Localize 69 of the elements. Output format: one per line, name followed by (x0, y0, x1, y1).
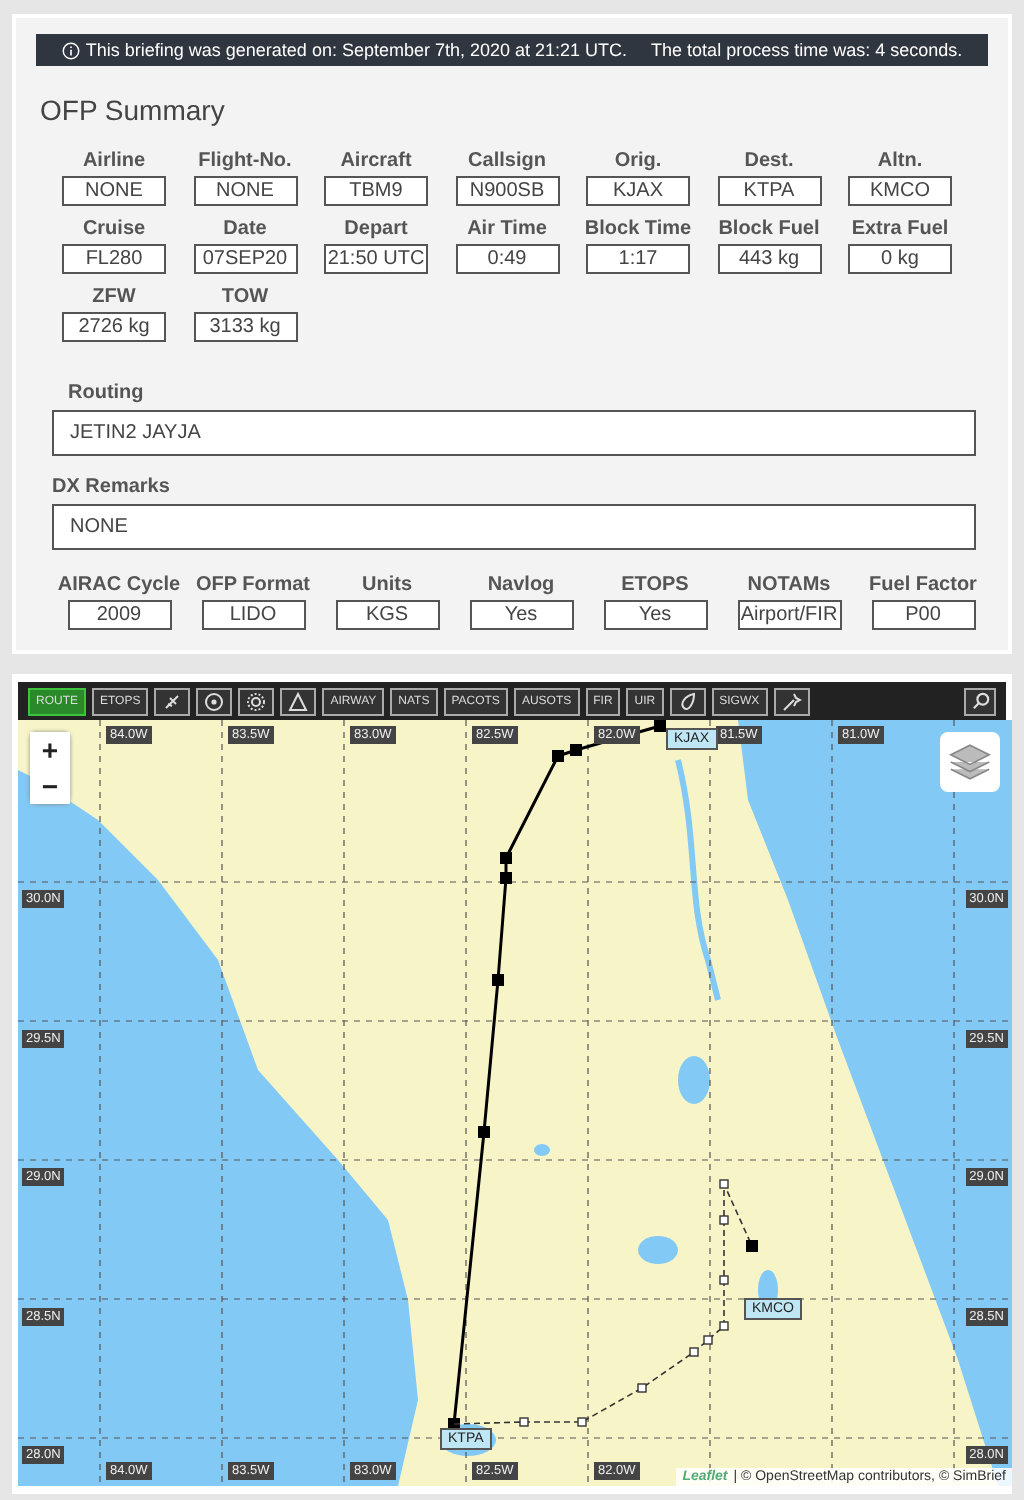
field-value: FL280 (62, 244, 166, 274)
field-value: Airport/FIR (737, 600, 841, 630)
field-label: Dest. (744, 150, 794, 172)
field-label: Airline (82, 150, 146, 172)
field-value: N900SB (455, 176, 559, 206)
field-label: Cruise (82, 218, 146, 240)
field-label: Depart (344, 218, 408, 240)
layer-toggle[interactable] (238, 687, 275, 715)
field-value: 1:17 (586, 244, 690, 274)
layer-toggle[interactable] (773, 687, 810, 715)
field-value: 21:50 UTC (324, 244, 428, 274)
layers-icon[interactable] (940, 732, 1000, 792)
field-value: Yes (469, 600, 573, 630)
field-value: 3133 kg (193, 312, 297, 342)
field-label: Extra Fuel (851, 218, 949, 240)
search-button[interactable] (964, 687, 996, 715)
field-value: 0 kg (848, 244, 952, 274)
field-value: NONE (62, 176, 166, 206)
zoom-in-button[interactable]: + (30, 732, 70, 768)
field-value: KGS (335, 600, 439, 630)
field-value: 2009 (67, 600, 171, 630)
field-value: TBM9 (324, 176, 428, 206)
search-icon (971, 692, 989, 710)
field-label: Flight-No. (198, 150, 292, 172)
field-value: NONE (193, 176, 297, 206)
field-label: ZFW (92, 286, 136, 308)
info-icon (61, 41, 80, 59)
field-label: Routing (66, 382, 146, 404)
layer-toggle[interactable] (154, 687, 191, 715)
field-label: Navlog (487, 574, 555, 596)
layer-toggle[interactable] (669, 687, 706, 715)
layer-toggle[interactable] (196, 687, 233, 715)
wand-icon (781, 691, 802, 711)
triangle-icon (288, 691, 309, 711)
field-value: P00 (871, 600, 975, 630)
field-label: NOTAMs (747, 574, 831, 596)
field-value: 2726 kg (62, 312, 166, 342)
field-label: AIRAC Cycle (57, 574, 181, 596)
generated-text: This briefing was generated on: September 7th, 2020 at 21:21 UTC. (85, 40, 628, 60)
field-value: 07SEP20 (193, 244, 297, 274)
field-label: Date (223, 218, 267, 240)
field-label: DX Remarks (52, 476, 172, 498)
field-label: Altn. (877, 150, 923, 172)
remarks-value: NONE (52, 504, 976, 550)
field-value: LIDO (201, 600, 305, 630)
field-label: Block Fuel (718, 218, 820, 240)
process-time-text: The total process time was: 4 seconds. (651, 40, 963, 60)
field-value: 0:49 (455, 244, 559, 274)
field-value: KTPA (717, 176, 821, 206)
field-label: Air Time (467, 218, 547, 240)
field-label: Callsign (468, 150, 546, 172)
zoom-out-button[interactable]: − (30, 768, 70, 804)
field-label: Fuel Factor (869, 574, 977, 596)
field-label: Units (362, 574, 412, 596)
layer-toggle[interactable] (280, 687, 317, 715)
field-label: TOW (221, 286, 269, 308)
field-label: Block Time (584, 218, 692, 240)
field-label: OFP Format (195, 574, 311, 596)
field-label: Aircraft (340, 150, 412, 172)
routing-value: JETIN2 JAYJA (52, 410, 976, 456)
drop-icon (677, 691, 698, 711)
field-value: KMCO (848, 176, 952, 206)
field-value: 443 kg (717, 244, 821, 274)
field-label: Orig. (614, 150, 662, 172)
field-value: Yes (603, 600, 707, 630)
field-value: KJAX (586, 176, 690, 206)
section-title: OFP Summary (40, 94, 227, 126)
circle-icon (204, 691, 225, 711)
field-label: ETOPS (621, 574, 689, 596)
